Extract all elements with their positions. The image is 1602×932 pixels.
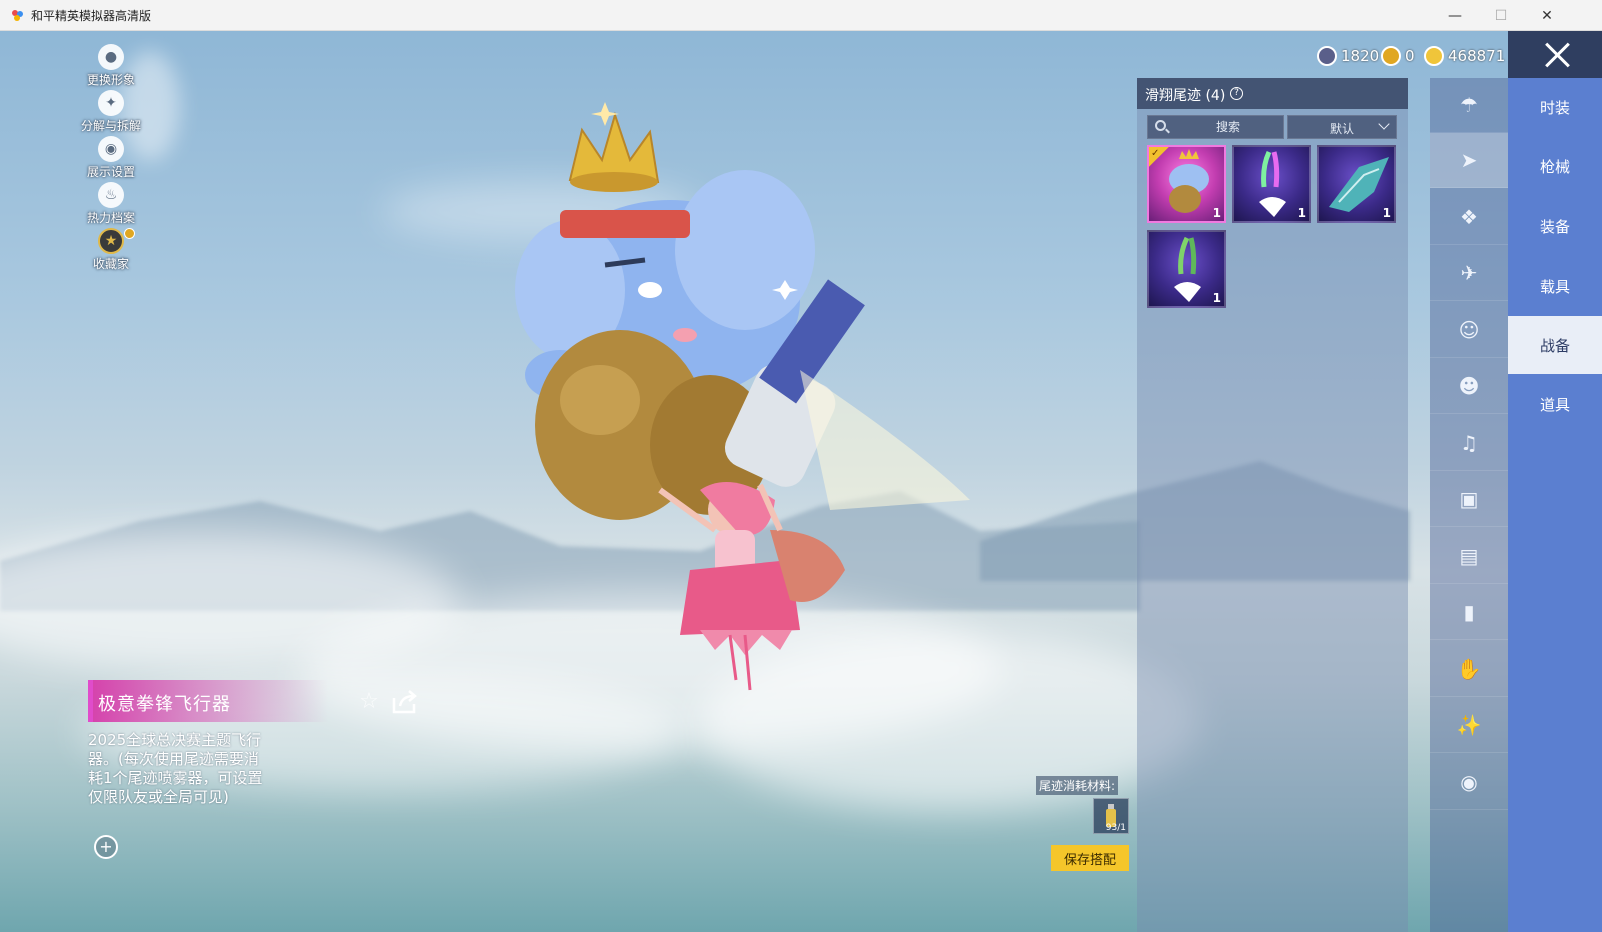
picture-icon: ▤ [1459,544,1479,568]
category-emote[interactable]: ☺ [1430,303,1508,358]
airplane-icon: ✈ [1460,261,1478,285]
tab-weapons[interactable]: 枪械 [1508,137,1602,195]
spray-icon: ▮ [1463,600,1475,624]
item-name: 极意拳锋飞行器 [98,694,231,715]
menu-label: 更换形象 [86,73,135,87]
category-gesture[interactable]: ✋ [1430,642,1508,697]
diamond-coin-icon [1317,46,1337,66]
currency-value: 1820 [1341,47,1380,65]
glider-trail-icon: ➤ [1460,148,1478,172]
category-parachute[interactable]: ☂ [1430,78,1508,133]
currency-value: 0 [1405,47,1415,65]
close-icon[interactable] [1508,31,1602,78]
hand-gesture-icon: ✋ [1456,657,1482,681]
currency-value: 468871 [1448,47,1506,65]
pan-icon: ◉ [1460,770,1478,794]
zoom-in-icon[interactable]: + [94,835,118,859]
minimize-button[interactable]: — [1432,0,1478,31]
category-pan[interactable]: ◉ [1430,755,1508,810]
item-card-rainbow-trail[interactable]: 1 [1232,145,1311,223]
fire-icon: ♨ [98,182,124,208]
category-airplane[interactable]: ✈ [1430,246,1508,301]
sparkle-wand-icon: ✨ [1456,713,1482,737]
trail-material-slot[interactable]: 93/1 [1093,798,1129,834]
category-drone[interactable]: ❖ [1430,190,1508,245]
gold-coin-icon [1424,46,1444,66]
speaker-icon: ♫ [1460,431,1478,455]
sort-label: 默认 [1330,122,1355,136]
menu-label: 收藏家 [92,257,129,271]
share-icon[interactable] [390,688,418,716]
tab-items[interactable]: 道具 [1508,375,1602,433]
search-input[interactable] [1173,116,1283,138]
panel-title: 滑翔尾迹 (4) [1145,88,1226,104]
drone-icon: ❖ [1460,205,1478,229]
category-picture[interactable]: ▤ [1430,529,1508,584]
trail-material-label: 尾迹消耗材料: [1036,776,1119,795]
notification-badge [124,228,135,239]
parachute-icon: ☂ [1460,93,1478,117]
collector-button[interactable]: ★ 收藏家 [68,228,154,274]
person-icon: ● [98,44,124,70]
menu-label: 展示设置 [86,165,135,179]
tab-battle-gear[interactable]: 战备 [1508,316,1602,374]
item-count: 1 [1382,206,1391,220]
app-logo-icon [12,10,23,21]
save-outfit-button[interactable]: 保存搭配 [1051,845,1129,871]
category-effect[interactable]: ✨ [1430,698,1508,753]
glider-vehicle-preview[interactable] [500,90,970,710]
window-title: 和平精英模拟器高清版 [31,9,152,23]
sort-dropdown[interactable]: 默认 [1287,115,1397,139]
currency-token: 0 [1381,44,1415,68]
item-count: 1 [1212,291,1221,305]
category-spray[interactable]: ▮ [1430,585,1508,640]
token-coin-icon [1381,46,1401,66]
menu-label: 热力档案 [86,211,135,225]
tv-icon: ▣ [1459,487,1479,511]
left-side-menu: ● 更换形象 ✦ 分解与拆解 ◉ 展示设置 ♨ 热力档案 ★ 收藏家 [68,44,154,274]
item-count: 1 [1212,206,1221,220]
help-icon[interactable]: ? [1230,87,1243,100]
item-card-mech-wing[interactable]: 1 [1317,145,1396,223]
search-icon [1155,120,1166,131]
currency-gold: 468871 [1424,44,1505,68]
currency-diamond: 1820 [1317,44,1379,68]
window-titlebar: 和平精英模拟器高清版 — ☐ ✕ [0,0,1602,31]
category-tv[interactable]: ▣ [1430,472,1508,527]
change-appearance-button[interactable]: ● 更换形象 [68,44,154,90]
search-box[interactable] [1147,115,1284,139]
check-icon: ✓ [1151,148,1160,159]
emote-face-icon: ☺ [1458,318,1480,342]
maximize-button[interactable]: ☐ [1478,0,1524,31]
decompose-button[interactable]: ✦ 分解与拆解 [68,90,154,136]
window-close-button[interactable]: ✕ [1524,0,1570,31]
category-glider-trail[interactable]: ➤ [1430,133,1508,188]
chevron-down-icon [1378,118,1390,130]
item-card-elephant-glider[interactable]: ✓ 1 [1147,145,1226,223]
category-companion[interactable]: ☻ [1430,359,1508,414]
menu-label: 分解与拆解 [80,119,141,133]
category-sound[interactable]: ♫ [1430,416,1508,471]
tab-vehicles[interactable]: 载具 [1508,257,1602,315]
puzzle-icon: ✦ [98,90,124,116]
collector-badge-icon: ★ [98,228,124,254]
heat-archive-button[interactable]: ♨ 热力档案 [68,182,154,228]
material-count: 93/1 [1105,823,1126,833]
item-card-green-trail[interactable]: 1 [1147,230,1226,308]
tab-fashion[interactable]: 时装 [1508,78,1602,136]
item-count: 1 [1297,206,1306,220]
tab-equipment[interactable]: 装备 [1508,197,1602,255]
companion-icon: ☻ [1458,374,1480,398]
favorite-star-icon[interactable]: ☆ [355,688,383,716]
eye-icon: ◉ [98,136,124,162]
item-description: 2025全球总决赛主题飞行器。(每次使用尾迹需要消耗1个尾迹喷雾器，可设置仅限队… [88,731,263,806]
display-settings-button[interactable]: ◉ 展示设置 [68,136,154,182]
